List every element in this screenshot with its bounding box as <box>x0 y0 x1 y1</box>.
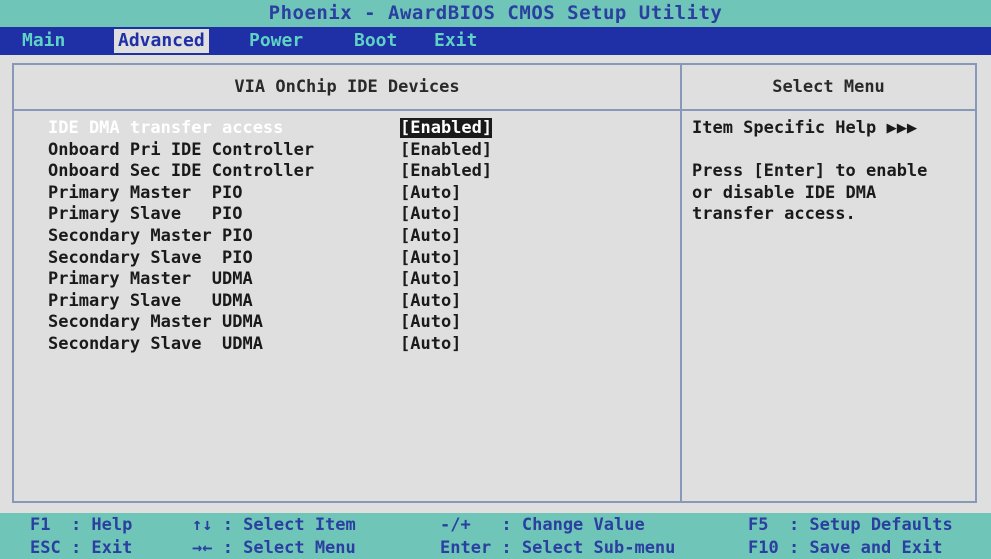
key-save-exit: F10 : Save and Exit <box>748 538 943 558</box>
setting-value[interactable]: [Auto] <box>400 183 461 205</box>
help-line: or disable IDE DMA <box>692 182 877 203</box>
key-select-menu: →← : Select Menu <box>192 538 356 558</box>
setting-label: Onboard Pri IDE Controller <box>48 139 315 160</box>
help-panel-title: Select Menu <box>772 77 885 97</box>
help-line: transfer access. <box>692 204 856 225</box>
setting-value[interactable]: [Auto] <box>400 204 461 226</box>
help-spacer <box>692 140 927 162</box>
setting-value[interactable]: [Auto] <box>400 334 461 356</box>
setting-value[interactable]: [Auto] <box>400 312 461 334</box>
setting-value[interactable]: [Auto] <box>400 226 461 248</box>
menu-bar: Main Advanced Power Boot Exit <box>0 27 991 55</box>
key-select-submenu: Enter : Select Sub-menu <box>440 538 676 558</box>
setting-label: IDE DMA transfer access <box>48 118 284 138</box>
setting-value[interactable]: [Auto] <box>400 248 461 270</box>
setting-label: Primary Slave PIO <box>48 204 243 225</box>
menu-boot[interactable]: Boot <box>350 29 401 53</box>
key-exit: ESC : Exit <box>30 538 133 558</box>
page-title: VIA OnChip IDE Devices <box>234 77 460 97</box>
panel-divider <box>680 63 682 503</box>
setting-label: Secondary Master UDMA <box>48 312 263 333</box>
setting-label: Primary Slave UDMA <box>48 290 253 311</box>
help-heading: Item Specific Help ▶▶▶ <box>692 118 918 138</box>
window-title: Phoenix - AwardBIOS CMOS Setup Utility <box>0 0 991 27</box>
setting-value[interactable]: [Auto] <box>400 269 461 291</box>
key-change-value: -/+ : Change Value <box>440 515 645 535</box>
setting-value[interactable]: [Auto] <box>400 291 461 313</box>
menu-exit[interactable]: Exit <box>430 29 481 53</box>
header-divider <box>12 109 977 111</box>
menu-power[interactable]: Power <box>245 29 307 53</box>
setting-label: Onboard Sec IDE Controller <box>48 161 315 182</box>
setting-label: Secondary Master PIO <box>48 225 253 246</box>
key-help: F1 : Help <box>30 515 133 535</box>
setting-label: Secondary Slave PIO <box>48 247 253 268</box>
key-setup-defaults: F5 : Setup Defaults <box>748 515 953 535</box>
setting-value[interactable]: [Enabled] <box>400 118 493 140</box>
help-line: Press [Enter] to enable <box>692 161 928 182</box>
setting-label: Secondary Slave UDMA <box>48 333 263 354</box>
selected-value[interactable]: [Enabled] <box>400 118 493 138</box>
menu-advanced[interactable]: Advanced <box>114 29 209 53</box>
help-panel: Item Specific Help ▶▶▶ Press [Enter] to … <box>692 118 927 226</box>
setting-label: Primary Master UDMA <box>48 269 253 290</box>
menu-main[interactable]: Main <box>18 29 69 53</box>
key-legend: F1 : Help ↑↓ : Select Item -/+ : Change … <box>0 513 991 559</box>
key-select-item: ↑↓ : Select Item <box>192 515 356 535</box>
setting-value[interactable]: [Enabled] <box>400 161 492 183</box>
setting-label: Primary Master PIO <box>48 182 243 203</box>
setting-value[interactable]: [Enabled] <box>400 140 492 162</box>
